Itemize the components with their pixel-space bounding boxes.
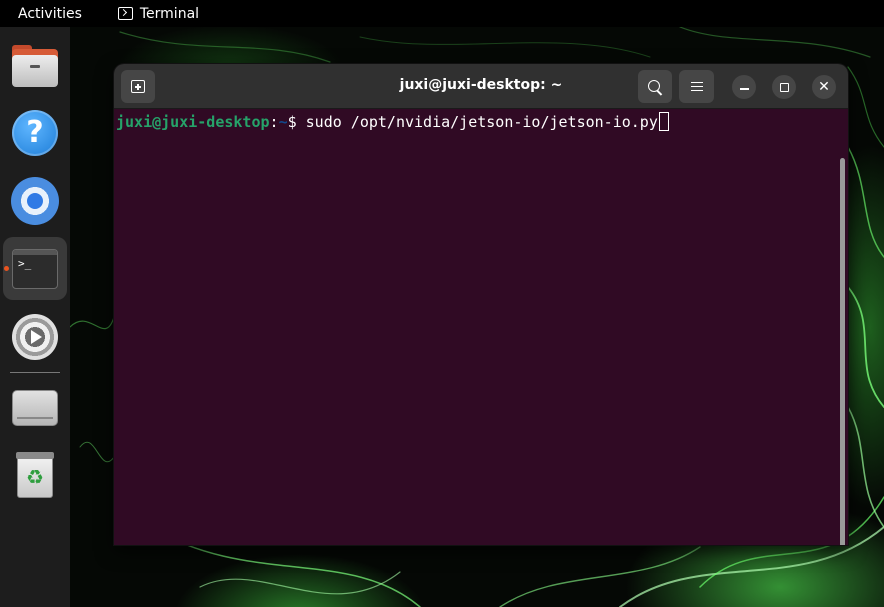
drive-icon <box>12 389 58 426</box>
dock-item-settings[interactable] <box>3 305 67 368</box>
hamburger-menu-icon <box>690 81 703 92</box>
dock-item-chromium[interactable] <box>3 169 67 232</box>
terminal-icon: >_ <box>12 248 58 289</box>
terminal-icon-prompt: >_ <box>18 256 32 270</box>
dock-item-files[interactable] <box>3 34 67 97</box>
window-title: juxi@juxi-desktop: ~ <box>399 77 563 93</box>
scrollbar[interactable] <box>840 158 845 545</box>
settings-icon <box>12 313 58 360</box>
recycle-icon: ♻ <box>26 464 44 489</box>
prompt-path: ~ <box>278 113 288 131</box>
top-bar: Activities Terminal <box>0 0 884 27</box>
window-titlebar[interactable]: juxi@juxi-desktop: ~ ✕ <box>114 64 848 109</box>
trash-icon: ♻ <box>16 451 54 498</box>
files-icon <box>12 44 58 87</box>
terminal-icon <box>117 7 133 20</box>
running-indicator <box>4 266 9 271</box>
command-line: juxi@juxi-desktop:~$ sudo /opt/nvidia/je… <box>116 112 669 132</box>
dock-item-help[interactable]: ? <box>3 101 67 164</box>
dock-separator <box>10 372 60 373</box>
dock-item-terminal[interactable]: >_ <box>3 237 67 300</box>
close-button[interactable]: ✕ <box>812 75 836 99</box>
search-icon <box>648 79 660 92</box>
menu-button[interactable] <box>679 70 714 103</box>
prompt-colon: : <box>269 113 279 131</box>
prompt-user: juxi@juxi-desktop <box>116 113 270 131</box>
search-button[interactable] <box>638 70 672 103</box>
maximize-button[interactable] <box>772 75 796 99</box>
app-menu-label: Terminal <box>139 5 200 22</box>
close-icon: ✕ <box>818 79 830 95</box>
prompt-symbol: $ <box>287 113 306 131</box>
text-cursor <box>658 112 669 131</box>
activities-button[interactable]: Activities <box>18 6 82 22</box>
dock: ? >_ ♻ <box>0 27 70 607</box>
terminal-output[interactable]: juxi@juxi-desktop:~$ sudo /opt/nvidia/je… <box>114 109 848 545</box>
terminal-window[interactable]: juxi@juxi-desktop: ~ ✕ juxi@juxi-desktop… <box>114 64 848 545</box>
app-menu-terminal[interactable]: Terminal <box>117 5 200 22</box>
dock-item-drive[interactable] <box>3 376 67 439</box>
maximize-icon <box>779 82 789 92</box>
new-tab-button[interactable] <box>121 70 155 103</box>
minimize-icon <box>739 88 749 90</box>
dock-item-trash[interactable]: ♻ <box>3 444 67 507</box>
help-icon: ? <box>12 109 58 156</box>
minimize-button[interactable] <box>732 75 756 99</box>
chromium-icon <box>11 176 59 225</box>
command-text: sudo /opt/nvidia/jetson-io/jetson-io.py <box>305 113 658 131</box>
new-tab-icon <box>131 80 145 93</box>
